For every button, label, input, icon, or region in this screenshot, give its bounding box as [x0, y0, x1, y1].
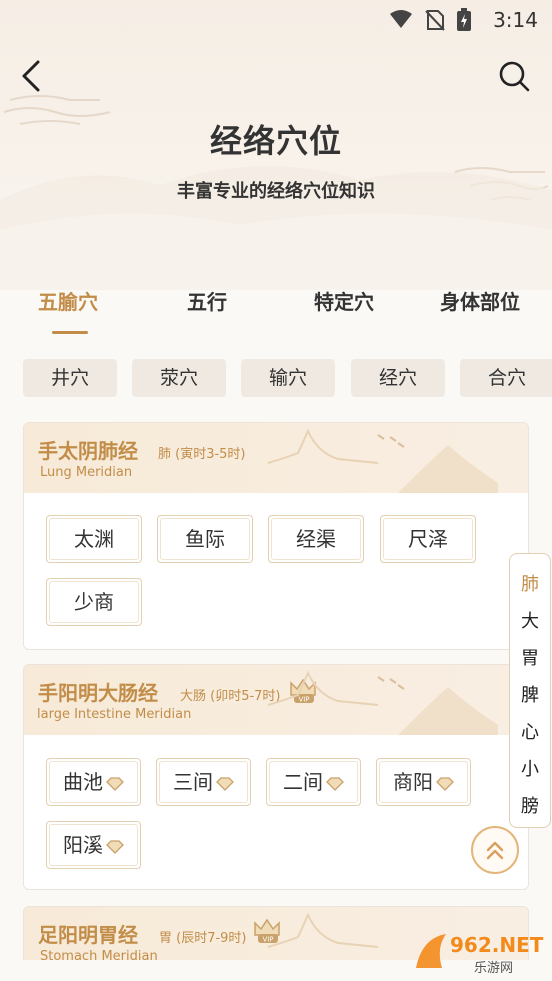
tab-wuxing[interactable]: 五行 — [187, 286, 227, 315]
acupoint-label: 二间 — [283, 770, 323, 794]
status-bar: 3:14 — [0, 0, 552, 40]
status-time: 3:14 — [493, 8, 538, 32]
chip-ying[interactable]: 荥穴 — [132, 359, 226, 397]
acupoint-label: 鱼际 — [185, 527, 225, 551]
meridian-en: large Intestine Meridian — [37, 707, 192, 722]
acupoint-label: 三间 — [173, 770, 213, 794]
vip-gem-icon — [216, 776, 234, 791]
acupoint-item[interactable]: 曲池 — [46, 758, 141, 806]
meridian-title: 手太阴肺经 — [38, 439, 138, 463]
acupoint-item[interactable]: 二间 — [266, 758, 361, 806]
watermark-emblem: 962.NET 乐游网 — [416, 933, 544, 976]
acupoint-label: 尺泽 — [408, 527, 448, 551]
meridian-card-large-intestine: 手阳明大肠经 大肠 (卯时5-7时) VIP large Intestine M… — [23, 664, 529, 890]
vip-gem-icon — [436, 776, 454, 791]
tab-active-indicator — [52, 331, 88, 334]
mountain-decoration — [267, 428, 498, 493]
battery-charging-icon — [457, 8, 471, 31]
tab-wushu[interactable]: 五腧穴 — [38, 286, 98, 315]
acupoint-item[interactable]: 尺泽 — [380, 515, 476, 563]
scroll-to-top-button[interactable] — [471, 826, 519, 874]
category-tabs: 五腧穴 五行 特定穴 身体部位 — [0, 286, 552, 336]
watermark-text: 962.NET — [450, 933, 544, 957]
acupoint-item[interactable]: 阳溪 — [46, 821, 141, 869]
side-index-item[interactable]: 心 — [510, 718, 550, 744]
no-sim-icon — [425, 10, 445, 31]
vip-gem-icon — [106, 839, 124, 854]
watermark-logo: 962.NET 乐游网 — [412, 928, 548, 976]
side-index-item[interactable]: 胃 — [510, 644, 550, 670]
tab-body-part[interactable]: 身体部位 — [440, 286, 520, 315]
tab-teding[interactable]: 特定穴 — [314, 286, 374, 315]
side-index-item[interactable]: 膀 — [510, 792, 550, 818]
acupoint-item[interactable]: 少商 — [46, 578, 142, 626]
acupoint-item[interactable]: 商阳 — [376, 758, 471, 806]
mountain-decoration — [267, 670, 498, 735]
side-index-item[interactable]: 小 — [510, 755, 550, 781]
wifi-icon — [390, 10, 412, 28]
watermark-sub: 乐游网 — [474, 961, 513, 976]
hero-banner: 3:14 经络穴位 丰富专业的经络穴位知识 — [0, 0, 552, 290]
side-index-item[interactable]: 脾 — [510, 681, 550, 707]
chip-jing2[interactable]: 经穴 — [351, 359, 445, 397]
chevron-left-icon — [22, 60, 40, 92]
back-button[interactable] — [18, 58, 50, 94]
page-subtitle: 丰富专业的经络穴位知识 — [177, 181, 375, 202]
chip-shu[interactable]: 输穴 — [241, 359, 335, 397]
side-index-item[interactable]: 大 — [510, 607, 550, 633]
acupoint-item[interactable]: 三间 — [156, 758, 251, 806]
side-index-item[interactable]: 肺 — [510, 570, 550, 596]
acupoint-label: 曲池 — [63, 770, 103, 794]
status-icons — [388, 8, 472, 32]
acupoint-label: 太渊 — [74, 527, 114, 551]
acupoint-label: 少商 — [74, 590, 114, 614]
chip-he[interactable]: 合穴 — [460, 359, 552, 397]
filter-chips: 井穴 荥穴 输穴 经穴 合穴 — [0, 359, 552, 399]
meridian-title: 手阳明大肠经 — [38, 681, 158, 705]
search-button[interactable] — [498, 60, 532, 94]
card-header[interactable]: 手阳明大肠经 大肠 (卯时5-7时) VIP large Intestine M… — [24, 665, 528, 735]
chip-jing[interactable]: 井穴 — [23, 359, 117, 397]
meridian-side-index: 肺 大 胃 脾 心 小 膀 — [509, 553, 551, 828]
double-chevron-up-icon — [486, 841, 504, 860]
meridian-time: 肺 (寅时3-5时) — [158, 447, 246, 462]
meridian-time: 胃 (辰时7-9时) — [159, 931, 247, 946]
search-icon — [499, 61, 530, 92]
meridian-en: Lung Meridian — [40, 465, 133, 480]
acupoint-label: 商阳 — [393, 770, 433, 794]
acupoint-item[interactable]: 经渠 — [268, 515, 364, 563]
meridian-title: 足阳明胃经 — [38, 923, 138, 947]
meridian-card-lung: 手太阴肺经 肺 (寅时3-5时) Lung Meridian 太渊 鱼际 经渠 … — [23, 422, 529, 650]
acupoint-item[interactable]: 太渊 — [46, 515, 142, 563]
card-header[interactable]: 手太阴肺经 肺 (寅时3-5时) Lung Meridian — [24, 423, 528, 493]
acupoint-item[interactable]: 鱼际 — [157, 515, 253, 563]
acupoint-label: 阳溪 — [63, 833, 103, 857]
vip-gem-icon — [326, 776, 344, 791]
acupoint-label: 经渠 — [296, 527, 336, 551]
page-title: 经络穴位 — [209, 122, 342, 160]
vip-gem-icon — [106, 776, 124, 791]
